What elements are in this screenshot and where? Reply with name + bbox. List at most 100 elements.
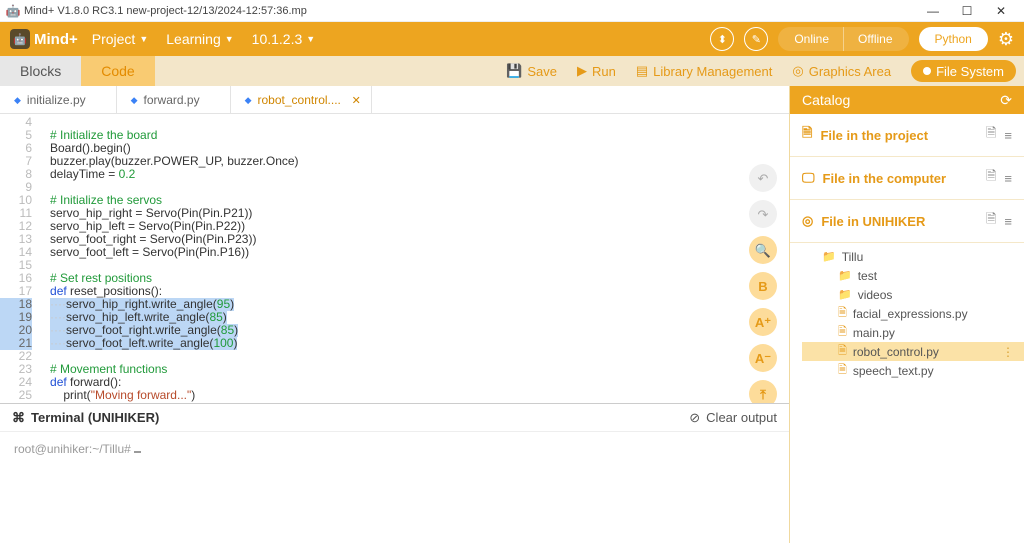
logo-icon: 🤖: [10, 29, 30, 49]
tree-label: robot_control.py: [853, 345, 939, 359]
gear-icon[interactable]: ⚙: [998, 29, 1014, 50]
code-lines[interactable]: # Initialize the board Board().begin() b…: [40, 116, 789, 403]
file-item[interactable]: 🗎 facial_expressions.py: [802, 304, 1024, 323]
chevron-down-icon: ▼: [139, 34, 148, 44]
library-button[interactable]: ▤Library Management: [636, 63, 773, 79]
clear-output-button[interactable]: ⊘Clear output: [689, 410, 777, 426]
font-decrease-button[interactable]: A⁻: [749, 344, 777, 372]
mode-code[interactable]: Code: [81, 56, 154, 86]
new-file-icon[interactable]: 🗎: [986, 210, 996, 232]
section-computer[interactable]: 🖵 File in the computer 🗎 ≡: [790, 157, 1024, 200]
python-button[interactable]: Python: [919, 27, 988, 51]
window-close[interactable]: ✕: [984, 0, 1018, 22]
library-icon: ▤: [636, 63, 648, 79]
diamond-icon: ◆: [14, 95, 21, 106]
graphics-icon: ◎: [792, 63, 803, 79]
folder-icon: 📁: [838, 288, 852, 301]
editor-tab[interactable]: ◆ robot_control.... ✕: [231, 86, 372, 114]
menubar: 🤖 Mind+ Project▼ Learning▼ 10.1.2.3▼ ⬍ ✎…: [0, 22, 1024, 56]
tab-label: robot_control....: [258, 93, 341, 107]
tree-label: facial_expressions.py: [853, 307, 968, 321]
folder-item[interactable]: 📁test: [802, 266, 1024, 285]
collapse-button[interactable]: ⤒: [749, 380, 777, 403]
save-icon: 💾: [506, 63, 522, 79]
connection-toggle: Online Offline: [778, 27, 908, 51]
undo-button[interactable]: ↶: [749, 164, 777, 192]
close-icon[interactable]: ✕: [352, 94, 361, 107]
file-item[interactable]: 🗎 main.py: [802, 323, 1024, 342]
file-icon: 🗎: [838, 342, 847, 361]
folder-icon: 📁: [822, 250, 836, 263]
device-icon: ◎: [802, 213, 813, 229]
menu-icon[interactable]: ≡: [1004, 128, 1012, 143]
file-icon: 🗎: [802, 124, 812, 146]
editor-tab[interactable]: ◆ forward.py: [117, 86, 231, 114]
file-icon: 🗎: [838, 323, 847, 342]
run-icon: ▶: [577, 63, 587, 79]
editor-tab[interactable]: ◆ initialize.py: [0, 86, 117, 114]
file-tree: 📁Tillu📁test📁videos🗎facial_expressions.py…: [790, 243, 1024, 380]
folder-icon: 📁: [838, 269, 852, 282]
tree-label: Tillu: [842, 250, 864, 264]
catalog-title: Catalog: [802, 92, 850, 108]
diamond-icon: ◆: [131, 95, 138, 106]
toolbar-icon-b[interactable]: ✎: [744, 27, 768, 51]
offline-button[interactable]: Offline: [844, 27, 906, 51]
logo-text: Mind+: [34, 31, 78, 48]
editor-tabs: ◆ initialize.py ◆ forward.py ◆ robot_control.…: [0, 86, 789, 114]
terminal-body[interactable]: root@unihiker:~/Tillu#: [0, 432, 789, 543]
logo: 🤖 Mind+: [10, 29, 78, 49]
folder-item[interactable]: 📁videos: [802, 285, 1024, 304]
menu-ip[interactable]: 10.1.2.3▼: [252, 31, 316, 47]
menu-icon[interactable]: ≡: [1004, 214, 1012, 229]
cursor: [134, 451, 141, 453]
more-icon[interactable]: ⋮: [1002, 345, 1014, 359]
window-titlebar: 🤖 Mind+ V1.8.0 RC3.1 new-project-12/13/2…: [0, 0, 1024, 22]
search-button[interactable]: 🔍: [749, 236, 777, 264]
file-icon: 🗎: [838, 361, 847, 380]
window-maximize[interactable]: ☐: [950, 0, 984, 22]
dot-icon: [923, 67, 931, 75]
bold-button[interactable]: B: [749, 272, 777, 300]
section-unihiker[interactable]: ◎ File in UNIHIKER 🗎 ≡: [790, 200, 1024, 243]
menu-icon[interactable]: ≡: [1004, 171, 1012, 186]
online-button[interactable]: Online: [780, 27, 844, 51]
section-project[interactable]: 🗎 File in the project 🗎 ≡: [790, 114, 1024, 157]
chevron-down-icon: ▼: [306, 34, 315, 44]
file-system-button[interactable]: File System: [911, 60, 1016, 82]
folder-item[interactable]: 📁 Tillu: [802, 247, 1024, 266]
tab-label: initialize.py: [27, 93, 86, 107]
font-increase-button[interactable]: A⁺: [749, 308, 777, 336]
code-editor[interactable]: 4567891011121314151617181920212223242526…: [0, 114, 789, 403]
new-file-icon[interactable]: 🗎: [986, 167, 996, 189]
file-item[interactable]: 🗎 robot_control.py ⋮: [802, 342, 1024, 361]
tree-label: speech_text.py: [853, 364, 934, 378]
new-file-icon[interactable]: 🗎: [986, 124, 996, 146]
window-minimize[interactable]: —: [916, 0, 950, 22]
file-item[interactable]: 🗎 speech_text.py: [802, 361, 1024, 380]
app-icon: 🤖: [6, 4, 20, 18]
mode-blocks[interactable]: Blocks: [0, 56, 81, 86]
editor-side-toolbar: ↶ ↷ 🔍 B A⁺ A⁻ ⤒: [749, 164, 777, 403]
toolbar-icon-a[interactable]: ⬍: [710, 27, 734, 51]
toolbar: Blocks Code 💾Save ▶Run ▤Library Manageme…: [0, 56, 1024, 86]
terminal: ⌘Terminal (UNIHIKER) ⊘Clear output root@…: [0, 403, 789, 543]
terminal-icon: ⌘: [12, 410, 25, 426]
save-button[interactable]: 💾Save: [506, 63, 557, 79]
terminal-title: ⌘Terminal (UNIHIKER): [12, 410, 159, 426]
window-title: Mind+ V1.8.0 RC3.1 new-project-12/13/202…: [24, 5, 307, 17]
tab-label: forward.py: [144, 93, 200, 107]
graphics-button[interactable]: ◎Graphics Area: [792, 63, 891, 79]
refresh-icon[interactable]: ⟳: [1000, 92, 1012, 109]
redo-button[interactable]: ↷: [749, 200, 777, 228]
sidebar: Catalog ⟳ 🗎 File in the project 🗎 ≡ 🖵 Fi…: [790, 86, 1024, 543]
line-gutter: 4567891011121314151617181920212223242526: [0, 116, 40, 403]
chevron-down-icon: ▼: [225, 34, 234, 44]
diamond-icon: ◆: [245, 95, 252, 106]
clear-icon: ⊘: [689, 410, 700, 426]
menu-project[interactable]: Project▼: [92, 31, 149, 47]
tree-label: main.py: [853, 326, 895, 340]
menu-learning[interactable]: Learning▼: [166, 31, 233, 47]
file-icon: 🗎: [838, 304, 847, 323]
run-button[interactable]: ▶Run: [577, 63, 616, 79]
